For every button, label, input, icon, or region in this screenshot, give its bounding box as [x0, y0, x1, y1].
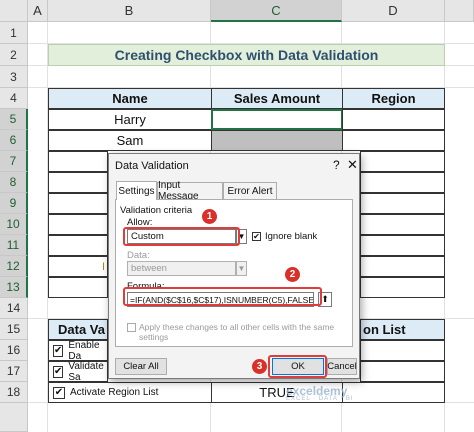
row-header-19[interactable] [0, 403, 28, 432]
column-header-b[interactable]: B [48, 0, 211, 22]
dialog-title: Data Validation [115, 160, 189, 172]
partial-cell-text: I [101, 260, 105, 273]
data-label: Data: [127, 250, 150, 261]
callout-badge-1: 1 [202, 209, 217, 224]
row-header-10[interactable]: 10 [0, 214, 28, 235]
cell-region[interactable] [360, 256, 445, 277]
cell-name[interactable] [48, 172, 108, 193]
row-header-9[interactable]: 9 [0, 193, 28, 214]
help-icon[interactable]: ? [333, 158, 340, 172]
clear-all-button[interactable]: Clear All [115, 358, 167, 375]
cell-region[interactable] [342, 130, 445, 151]
watermark-logo: exceldemy EXCEL · DATA · BI [286, 384, 354, 402]
header-data-validation: Data Va [48, 319, 108, 340]
header-region: Region [342, 88, 445, 109]
section-label: Validation criteria [120, 205, 193, 216]
checkbox-icon[interactable]: ✔ [53, 365, 64, 378]
cell-name[interactable] [48, 235, 108, 256]
header-validation-list: on List [360, 319, 445, 340]
checkbox-validate[interactable]: ✔ Validate Sa [48, 360, 108, 383]
chevron-down-icon[interactable]: ▼ [236, 261, 247, 276]
tab-input-message[interactable]: Input Message [157, 180, 223, 202]
row-header-11[interactable]: 11 [0, 235, 28, 256]
cell-region[interactable] [360, 172, 445, 193]
row-header-8[interactable]: 8 [0, 172, 28, 193]
header-sales-amount: Sales Amount [211, 88, 343, 109]
row-header-1[interactable]: 1 [0, 22, 28, 44]
close-icon[interactable]: ✕ [347, 157, 358, 173]
callout-box-formula [123, 287, 322, 306]
column-header-c[interactable]: C [211, 0, 342, 22]
cell-value[interactable] [342, 382, 445, 403]
tab-settings[interactable]: Settings [116, 181, 157, 200]
header-name: Name [48, 88, 212, 109]
callout-box-ok [268, 355, 327, 378]
cell-region[interactable] [342, 109, 445, 130]
cell-region[interactable] [360, 235, 445, 256]
cell-value[interactable] [360, 340, 445, 361]
row-header-4[interactable]: 4 [0, 88, 28, 109]
cell-name[interactable] [48, 151, 108, 172]
callout-badge-2: 2 [285, 267, 300, 282]
settings-panel: Validation criteria Allow: Custom ▼ ✔ Ig… [115, 199, 353, 347]
cell-region[interactable] [360, 214, 445, 235]
row-header-18[interactable]: 18 [0, 382, 28, 403]
cell-name[interactable] [48, 214, 108, 235]
row-header-5[interactable]: 5 [0, 109, 28, 130]
row-header-7[interactable]: 7 [0, 151, 28, 172]
data-select[interactable]: between [127, 261, 236, 276]
row-header-12[interactable]: 12 [0, 256, 28, 277]
tab-error-alert[interactable]: Error Alert [223, 182, 277, 199]
ignore-blank-checkbox[interactable]: ✔ [252, 232, 261, 241]
checkbox-label: Validate Sa [68, 360, 104, 383]
row-header-3[interactable]: 3 [0, 66, 28, 88]
row-header-6[interactable]: 6 [0, 130, 28, 151]
row-header-14[interactable]: 14 [0, 298, 28, 319]
checkbox-icon[interactable]: ✔ [53, 386, 65, 399]
callout-box-allow [123, 227, 240, 246]
checkbox-enable[interactable]: ✔ Enable Da [48, 339, 108, 362]
apply-all-label: Apply these changes to all other cells w… [139, 322, 335, 342]
column-header-e[interactable] [445, 0, 474, 22]
checkbox-label: Enable Da [68, 339, 100, 362]
cell-name[interactable] [48, 277, 108, 298]
cancel-button[interactable]: Cancel [327, 358, 357, 375]
sheet-title: Creating Checkbox with Data Validation [48, 44, 445, 66]
select-all-corner[interactable] [0, 0, 28, 22]
checkbox-icon[interactable]: ✔ [53, 344, 64, 357]
row-header-16[interactable]: 16 [0, 340, 28, 361]
cell-sales-active[interactable] [211, 109, 343, 130]
data-validation-dialog: Data Validation ? ✕ Settings Input Messa… [108, 153, 360, 379]
cell-region[interactable] [360, 193, 445, 214]
ignore-blank-label: Ignore blank [265, 231, 318, 242]
row-header-15[interactable]: 15 [0, 319, 28, 340]
cell-name-sam[interactable]: Sam [48, 130, 212, 151]
apply-all-checkbox[interactable] [127, 323, 136, 332]
checkbox-label: Activate Region List [70, 387, 159, 398]
row-header-2[interactable]: 2 [0, 44, 28, 66]
cell-name[interactable]: I [48, 256, 108, 277]
cell-value[interactable] [360, 361, 445, 382]
checkbox-activate-region[interactable]: ✔ Activate Region List [48, 382, 212, 403]
cell-region[interactable] [360, 277, 445, 298]
cell-sales[interactable] [211, 130, 343, 151]
row-header-17[interactable]: 17 [0, 361, 28, 382]
cell-region[interactable] [360, 151, 445, 172]
column-header-d[interactable]: D [342, 0, 445, 22]
callout-badge-3: 3 [252, 359, 267, 374]
cell-name[interactable] [48, 193, 108, 214]
column-header-a[interactable]: A [28, 0, 48, 22]
row-header-13[interactable]: 13 [0, 277, 28, 298]
cell-name-harry[interactable]: Harry [48, 109, 212, 130]
